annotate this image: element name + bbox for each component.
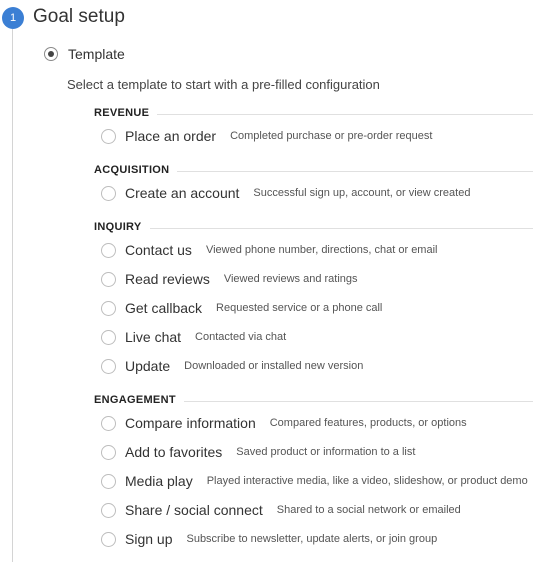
- option-description: Downloaded or installed new version: [184, 360, 364, 372]
- category-divider: [94, 114, 533, 115]
- category-header-engagement: ENGAGEMENT: [94, 393, 533, 409]
- option-radio-button[interactable]: [101, 128, 116, 144]
- option-radio-button[interactable]: [101, 242, 116, 258]
- option-label: Get callback: [125, 300, 203, 316]
- option-live-chat[interactable]: Live chat Contacted via chat: [101, 328, 286, 346]
- option-place-an-order[interactable]: Place an order Completed purchase or pre…: [101, 127, 432, 145]
- option-description: Successful sign up, account, or view cre…: [253, 187, 471, 199]
- option-description: Completed purchase or pre-order request: [230, 130, 433, 142]
- option-radio-button[interactable]: [101, 329, 116, 345]
- option-label: Media play: [125, 473, 193, 489]
- option-label: Contact us: [125, 242, 192, 258]
- option-sign-up[interactable]: Sign up Subscribe to newsletter, update …: [101, 530, 437, 548]
- option-read-reviews[interactable]: Read reviews Viewed reviews and ratings: [101, 270, 358, 288]
- option-radio-button[interactable]: [101, 415, 116, 431]
- option-label: Compare information: [125, 415, 256, 431]
- option-label: Update: [125, 358, 171, 374]
- category-header-acquisition: ACQUISITION: [94, 163, 533, 179]
- option-label: Read reviews: [125, 271, 210, 287]
- option-label: Place an order: [125, 128, 217, 144]
- option-description: Shared to a social network or emailed: [276, 504, 461, 516]
- category-title: INQUIRY: [94, 220, 150, 234]
- option-media-play[interactable]: Media play Played interactive media, lik…: [101, 472, 528, 490]
- option-share-social-connect[interactable]: Share / social connect Shared to a socia…: [101, 501, 461, 519]
- template-radio-option[interactable]: Template: [44, 45, 125, 63]
- option-description: Subscribe to newsletter, update alerts, …: [186, 533, 438, 545]
- category-header-revenue: REVENUE: [94, 106, 533, 122]
- option-radio-button[interactable]: [101, 271, 116, 287]
- option-label: Add to favorites: [125, 444, 223, 460]
- option-radio-button[interactable]: [101, 300, 116, 316]
- option-get-callback[interactable]: Get callback Requested service or a phon…: [101, 299, 382, 317]
- option-label: Create an account: [125, 185, 240, 201]
- category-divider: [94, 228, 533, 229]
- option-radio-button[interactable]: [101, 444, 116, 460]
- option-description: Viewed reviews and ratings: [223, 273, 358, 285]
- template-radio-label: Template: [68, 46, 125, 62]
- option-radio-button[interactable]: [101, 502, 116, 518]
- category-header-inquiry: INQUIRY: [94, 220, 533, 236]
- option-update[interactable]: Update Downloaded or installed new versi…: [101, 357, 363, 375]
- option-radio-button[interactable]: [101, 531, 116, 547]
- step-title: Goal setup: [33, 6, 125, 27]
- option-label: Live chat: [125, 329, 182, 345]
- category-title: ENGAGEMENT: [94, 393, 184, 407]
- option-description: Played interactive media, like a video, …: [206, 475, 528, 487]
- step-number-badge: 1: [2, 7, 24, 29]
- option-radio-button[interactable]: [101, 185, 116, 201]
- option-contact-us[interactable]: Contact us Viewed phone number, directio…: [101, 241, 437, 259]
- template-intro-text: Select a template to start with a pre-fi…: [67, 77, 380, 92]
- option-compare-information[interactable]: Compare information Compared features, p…: [101, 414, 467, 432]
- template-radio-button[interactable]: [44, 47, 58, 61]
- option-radio-button[interactable]: [101, 358, 116, 374]
- option-radio-button[interactable]: [101, 473, 116, 489]
- option-description: Viewed phone number, directions, chat or…: [205, 244, 438, 256]
- option-description: Saved product or information to a list: [236, 446, 416, 458]
- option-add-to-favorites[interactable]: Add to favorites Saved product or inform…: [101, 443, 415, 461]
- category-title: REVENUE: [94, 106, 158, 120]
- option-description: Compared features, products, or options: [269, 417, 467, 429]
- option-label: Share / social connect: [125, 502, 263, 518]
- category-title: ACQUISITION: [94, 163, 178, 177]
- option-description: Requested service or a phone call: [216, 302, 383, 314]
- option-description: Contacted via chat: [195, 331, 287, 343]
- option-create-an-account[interactable]: Create an account Successful sign up, ac…: [101, 184, 470, 202]
- option-label: Sign up: [125, 531, 173, 547]
- step-connector-line: [12, 29, 13, 562]
